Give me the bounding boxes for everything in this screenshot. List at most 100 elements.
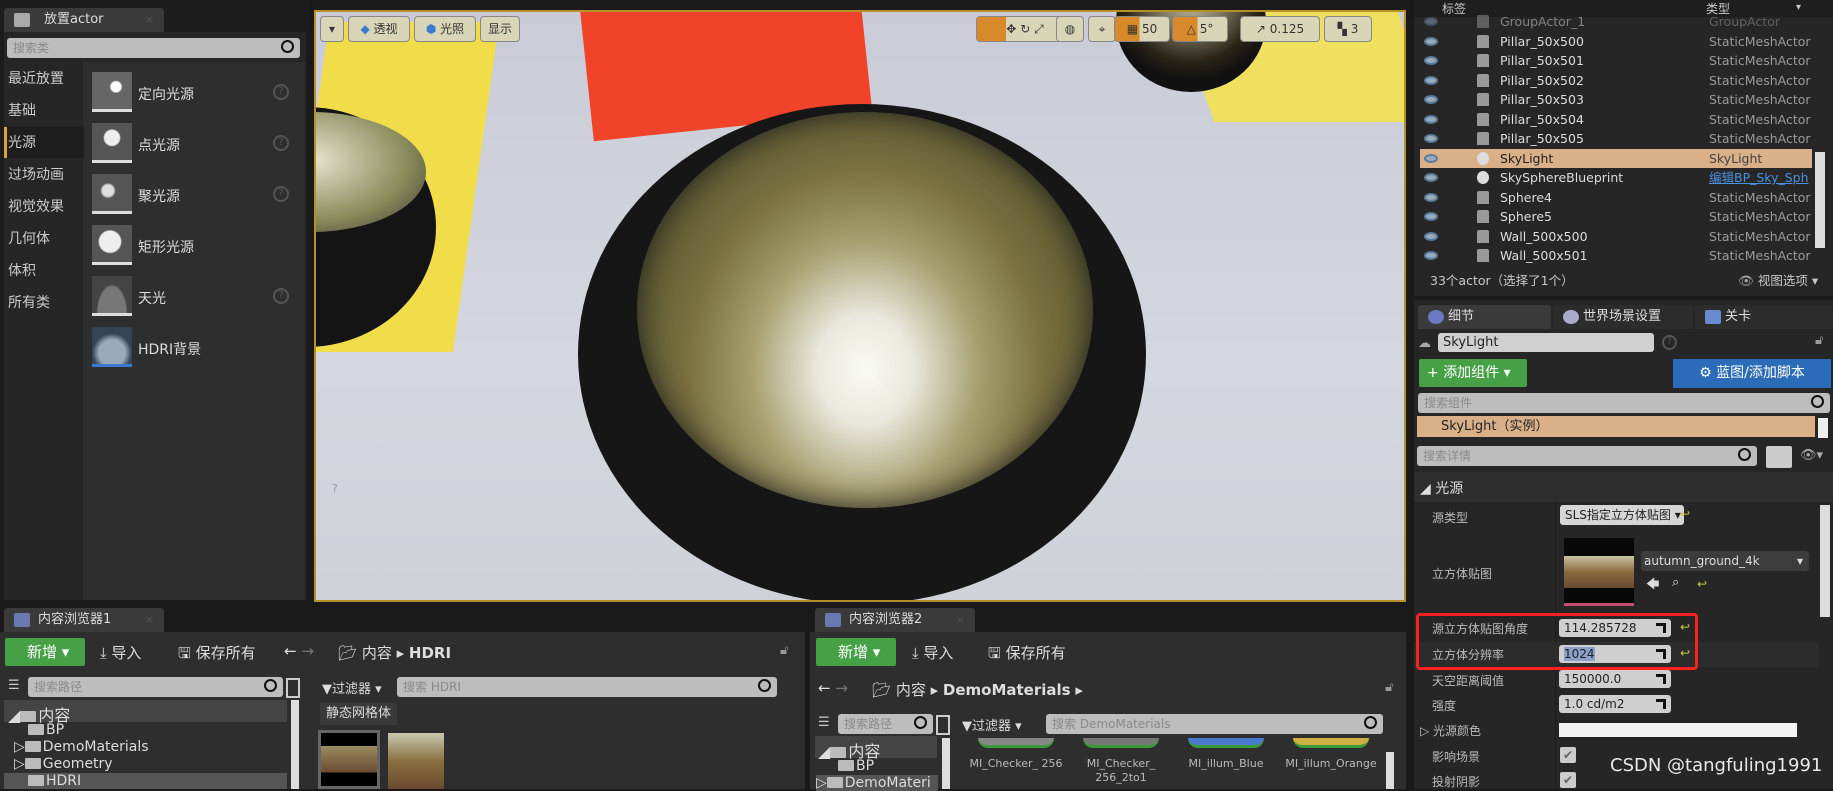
breadcrumb-root[interactable]: 内容 [362, 644, 392, 662]
lock-icon[interactable]: 🔓︎ [1385, 680, 1393, 695]
light-color-row[interactable]: ▷ 光源颜色 [1420, 722, 1481, 739]
eye-icon[interactable] [1424, 36, 1438, 46]
outliner-row[interactable]: Pillar_50x500 StaticMeshActor [1420, 32, 1812, 51]
actor-item[interactable]: 聚光源? [92, 174, 297, 220]
light-color-swatch[interactable] [1559, 723, 1797, 737]
sky-distance-input[interactable]: 150000.0 [1559, 670, 1671, 688]
reset-icon[interactable]: ↩ [1697, 577, 1707, 591]
surface-snap-button[interactable]: ⌖ [1088, 16, 1116, 42]
cast-shadows-checkbox[interactable]: ✔ [1560, 772, 1576, 788]
asset-thumbnail[interactable] [388, 733, 444, 789]
asset-thumbnail[interactable] [978, 738, 1054, 748]
category-item[interactable]: 过场动画 [8, 164, 64, 184]
components-scrollbar[interactable] [1818, 418, 1828, 438]
asset-name[interactable]: MI_Checker_ 256_2to1 [1069, 757, 1173, 785]
eye-icon[interactable] [1424, 251, 1438, 260]
outliner-row[interactable]: Sphere5 StaticMeshActor [1420, 207, 1812, 226]
tree-scrollbar[interactable] [291, 700, 299, 789]
close-icon[interactable]: × [956, 608, 965, 632]
blueprint-button[interactable]: ⚙ 蓝图/添加脚本 [1673, 359, 1831, 388]
actor-item[interactable]: 定向光源? [92, 72, 297, 118]
history-buttons[interactable]: ← → [284, 642, 314, 660]
lock-icon[interactable]: 🔓︎ [1815, 333, 1823, 348]
sources-toggle-icon[interactable]: ☰ [8, 678, 20, 693]
assets-scrollbar[interactable] [1386, 752, 1394, 789]
scale-snap[interactable]: ↗ 0.125 [1240, 16, 1320, 42]
category-item[interactable]: 光源 [8, 132, 36, 152]
move-icon[interactable]: ✥ [1006, 22, 1016, 36]
eye-icon[interactable] [1424, 173, 1438, 182]
asset-name[interactable]: MI_illum_Blue [1174, 757, 1278, 771]
outliner-row[interactable]: Pillar_50x503 StaticMeshActor [1420, 90, 1812, 109]
outliner-row[interactable]: Wall_500x501 StaticMeshActor [1420, 246, 1812, 265]
eye-icon[interactable] [1424, 56, 1438, 65]
actor-item[interactable]: 点光源? [92, 123, 297, 169]
section-header[interactable]: ◢ 光源 [1414, 472, 1833, 502]
asset-name[interactable]: MI_Checker_ 256 [964, 757, 1068, 771]
lit-button[interactable]: ⬢ 光照 [414, 16, 476, 42]
scale-icon[interactable]: ⤢ [1034, 22, 1044, 36]
tab-level[interactable]: 关卡 [1695, 305, 1833, 329]
category-item[interactable]: 最近放置 [8, 68, 64, 88]
outliner-row[interactable]: Sphere4 StaticMeshActor [1420, 188, 1812, 207]
tab-details[interactable]: 细节 [1418, 305, 1551, 329]
use-selected-arrow-icon[interactable]: 🡄 [1646, 575, 1659, 597]
tree-item[interactable]: HDRI [28, 773, 81, 789]
lock-icon[interactable]: 🔓︎ [780, 643, 788, 658]
property-matrix-button[interactable] [1766, 446, 1792, 468]
filter-button[interactable]: ▼过滤器 ▾ [322, 678, 382, 697]
class-search-input[interactable]: 搜索类 [7, 38, 300, 58]
asset-search-input[interactable]: 搜索 DemoMaterials [1046, 714, 1383, 734]
outliner-scrollbar[interactable] [1815, 152, 1825, 248]
outliner-row[interactable]: Wall_500x500 StaticMeshActor [1420, 227, 1812, 246]
actor-item[interactable]: HDRI背景 [92, 327, 297, 373]
rotate-icon[interactable]: ↻ [1020, 22, 1030, 36]
close-icon[interactable]: × [145, 8, 154, 32]
browse-icon[interactable]: ⌕ [1672, 575, 1679, 590]
help-icon[interactable]: ? [273, 84, 289, 100]
category-item[interactable]: 所有类 [8, 292, 50, 312]
outliner-row[interactable]: Pillar_50x504 StaticMeshActor [1420, 110, 1812, 129]
eye-icon[interactable] [1424, 192, 1438, 202]
close-icon[interactable]: × [145, 608, 154, 632]
cubemap-asset-picker[interactable]: autumn_ground_4k ▾ [1641, 551, 1809, 571]
eye-icon[interactable] [1424, 134, 1438, 143]
perspective-button[interactable]: ◆ 透视 [348, 16, 410, 42]
save-all-button[interactable]: 🖫 保存所有 [178, 642, 256, 668]
outliner-row[interactable]: SkyLight SkyLight [1420, 148, 1812, 168]
view-options-icon[interactable] [286, 678, 300, 698]
breadcrumb-leaf[interactable]: HDRI [409, 644, 451, 662]
actor-item[interactable]: 矩形光源 [92, 225, 297, 271]
viewport[interactable]: ? [314, 10, 1406, 602]
eye-icon[interactable] [1424, 75, 1438, 85]
tree-item[interactable]: BP [838, 758, 874, 774]
component-row-skylight[interactable]: SkyLight（实例） [1417, 416, 1815, 437]
breadcrumb[interactable]: 📂︎ 内容 ▸ DemoMaterials ▸ [872, 679, 1083, 700]
view-options-icon[interactable] [936, 715, 950, 735]
sources-toggle-icon[interactable]: ☰ [818, 715, 830, 730]
show-button[interactable]: 显示 [480, 16, 520, 42]
help-icon[interactable]: ? [1662, 335, 1677, 350]
outliner-row[interactable]: SkySphereBlueprint 编辑BP_Sky_Sph [1420, 168, 1812, 187]
save-all-button[interactable]: 🖫 保存所有 [988, 642, 1066, 668]
details-search-input[interactable]: 搜索详情 [1417, 446, 1757, 466]
outliner-row[interactable]: Pillar_50x501 StaticMeshActor [1420, 51, 1812, 70]
world-local-button[interactable]: ◍ [1056, 16, 1084, 42]
category-item[interactable]: 基础 [8, 100, 36, 120]
filter-chip[interactable]: 静态网格体 [320, 703, 398, 725]
eye-icon[interactable] [1424, 17, 1438, 26]
outliner-row[interactable]: Pillar_50x502 StaticMeshActor [1420, 71, 1812, 90]
cubemap-thumbnail[interactable] [1564, 538, 1634, 606]
breadcrumb-leaf[interactable]: DemoMaterials [943, 681, 1071, 699]
outliner-row[interactable]: Pillar_50x505 StaticMeshActor [1420, 129, 1812, 148]
rotation-snap[interactable]: △ 5° [1172, 16, 1228, 42]
asset-thumbnail[interactable] [1188, 738, 1264, 748]
eye-icon[interactable] [1424, 153, 1438, 163]
source-type-dropdown[interactable]: SLS指定立方体贴图 ▾ [1560, 505, 1684, 525]
category-item[interactable]: 几何体 [8, 228, 50, 248]
filter-button[interactable]: ▼过滤器 ▾ [962, 715, 1022, 734]
asset-name[interactable]: MI_illum_Orange [1279, 757, 1383, 771]
help-icon[interactable]: ? [273, 288, 289, 304]
eye-icon[interactable]: 👁▾ [1800, 448, 1823, 463]
asset-thumbnail[interactable] [318, 730, 380, 789]
